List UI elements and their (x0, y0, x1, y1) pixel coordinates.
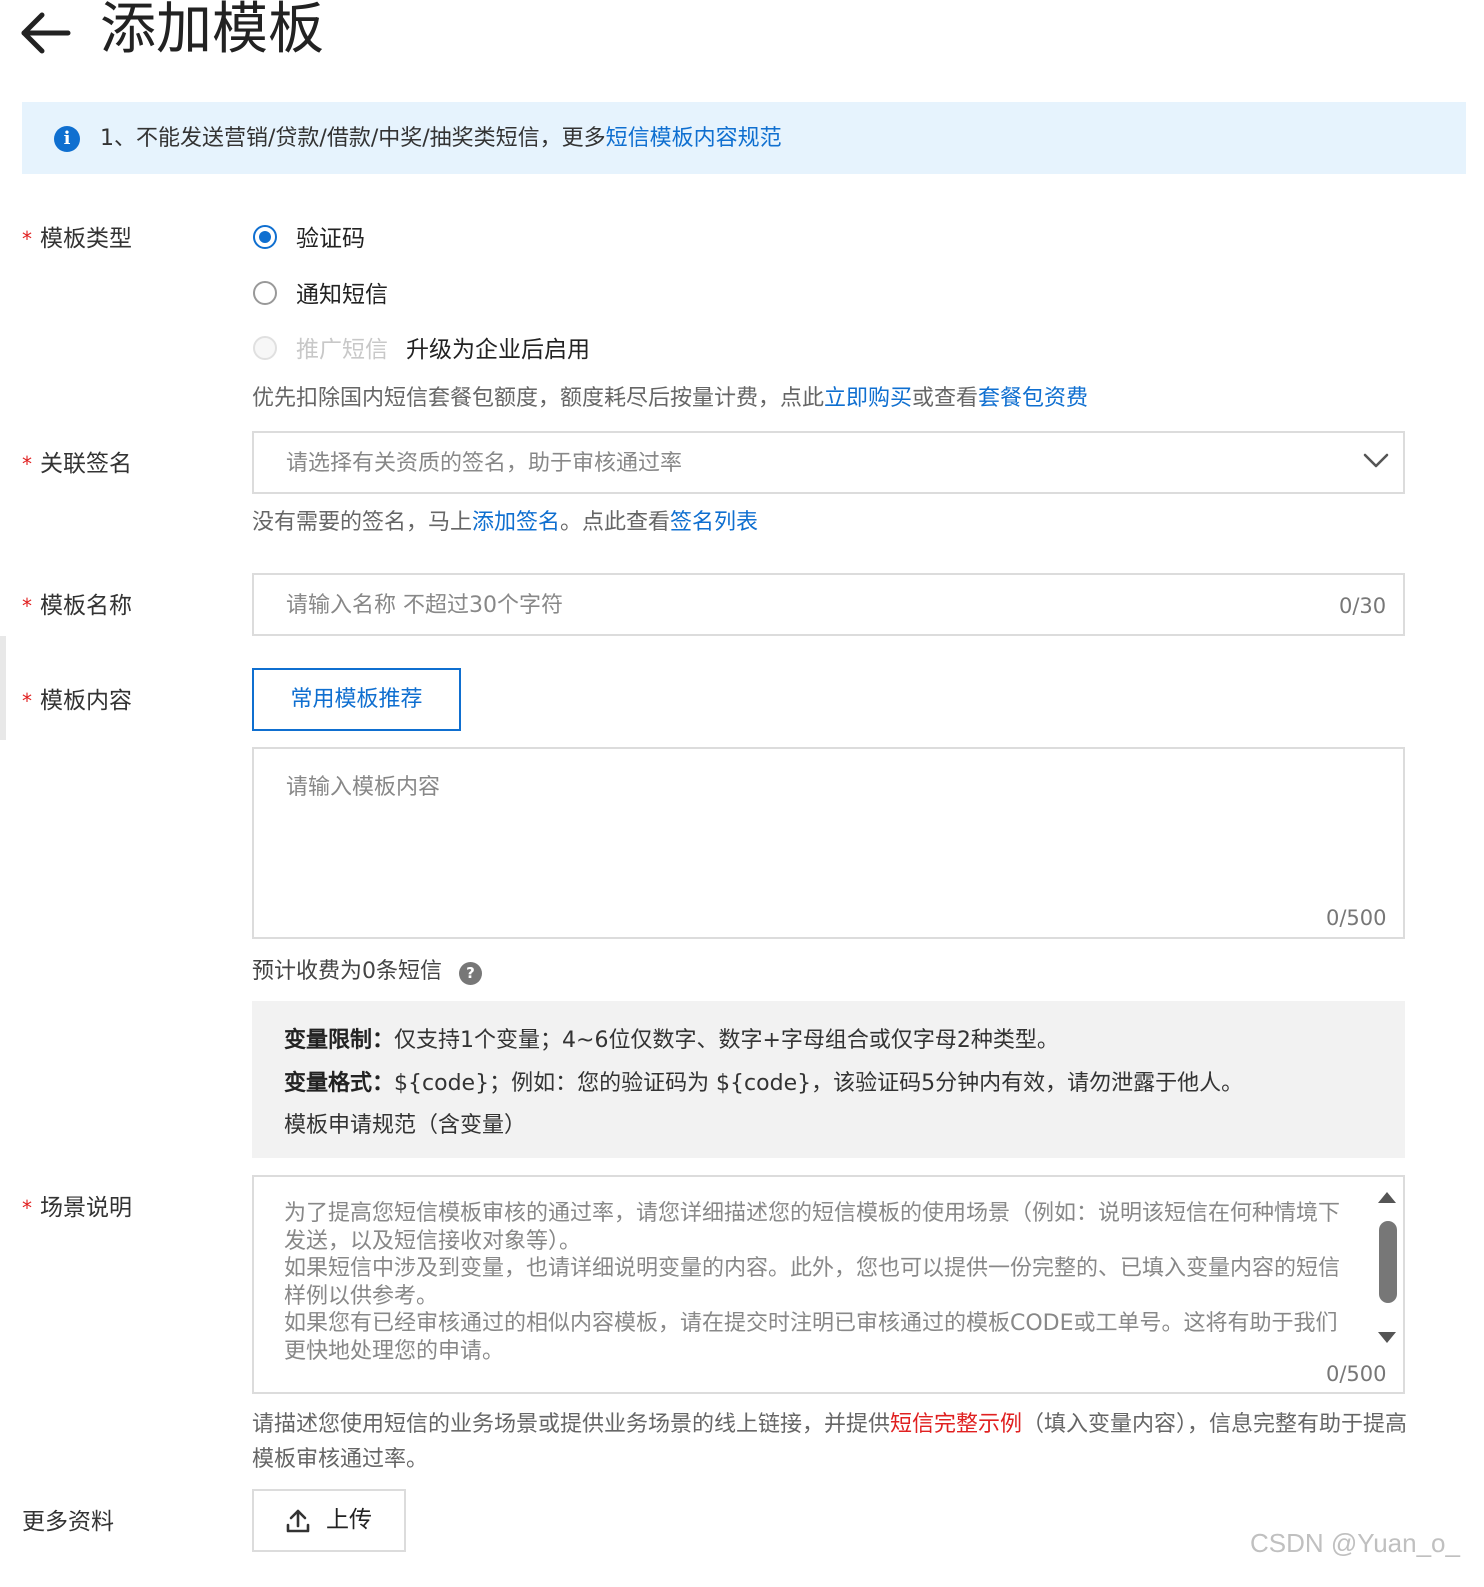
scene-help-text: 请描述您使用短信的业务场景或提供业务场景的线上链接，并提供 (252, 1412, 891, 1437)
back-arrow-icon[interactable] (20, 8, 72, 58)
signature-label-text: 关联签名 (40, 451, 132, 477)
required-mark: * (22, 1196, 32, 1220)
notice-message: 1、不能发送营销/贷款/借款/中奖/抽奖类短信，更多 (100, 126, 606, 151)
template-content-label: * 模板内容 (22, 686, 132, 716)
variable-limit-line: 变量限制：仅支持1个变量；4~6位仅数字、数字+字母组合或仅字母2种类型。 (284, 1026, 1059, 1056)
template-content-label-text: 模板内容 (40, 688, 132, 714)
signature-select-placeholder: 请选择有关资质的签名，助于审核通过率 (286, 451, 683, 476)
promotion-upgrade-note: 升级为企业后启用 (406, 337, 590, 363)
template-type-label-text: 模板类型 (40, 226, 132, 252)
variable-limit-label: 变量限制： (284, 1028, 395, 1053)
info-icon: i (54, 126, 80, 152)
scroll-up-arrow-icon[interactable] (1378, 1192, 1396, 1203)
upload-icon (285, 1508, 311, 1538)
required-mark: * (22, 689, 32, 713)
variable-format-text: ${code}；例如：您的验证码为 ${code}，该验证码5分钟内有效，请勿泄… (394, 1071, 1244, 1096)
watermark: CSDN @Yuan_o_ (1250, 1528, 1460, 1558)
buy-now-link[interactable]: 立即购买 (824, 386, 912, 411)
radio-promotion-sms (253, 336, 277, 360)
signature-label: * 关联签名 (22, 449, 132, 479)
package-price-link[interactable]: 套餐包资费 (978, 386, 1088, 411)
required-mark: * (22, 452, 32, 476)
template-name-label-text: 模板名称 (40, 593, 132, 619)
signature-list-link[interactable]: 签名列表 (670, 510, 758, 535)
radio-verification-code[interactable] (253, 225, 277, 249)
template-name-label: * 模板名称 (22, 591, 132, 621)
recommend-template-button[interactable]: 常用模板推荐 (252, 668, 461, 731)
chevron-down-icon[interactable] (1362, 452, 1390, 474)
required-mark: * (22, 594, 32, 618)
template-type-help-text: 优先扣除国内短信套餐包额度，额度耗尽后按量计费，点此 (252, 386, 825, 411)
scrollbar-thumb[interactable] (1379, 1221, 1397, 1303)
upload-button[interactable]: 上传 (252, 1489, 406, 1552)
signature-help-mid: 。点此查看 (560, 510, 671, 535)
radio-notification-sms-label[interactable]: 通知短信 (296, 280, 388, 310)
add-signature-link[interactable]: 添加签名 (472, 510, 560, 535)
radio-notification-sms[interactable] (253, 281, 277, 305)
required-mark: * (22, 227, 32, 251)
template-content-placeholder: 请输入模板内容 (286, 775, 441, 800)
scene-help: 请描述您使用短信的业务场景或提供业务场景的线上链接，并提供短信完整示例（填入变量… (252, 1407, 1412, 1477)
page-title: 添加模板 (100, 0, 324, 62)
variable-format-line: 变量格式：${code}；例如：您的验证码为 ${code}，该验证码5分钟内有… (284, 1069, 1243, 1099)
template-type-help-mid: 或查看 (912, 386, 979, 411)
radio-verification-code-label[interactable]: 验证码 (296, 224, 365, 254)
template-spec-link[interactable]: 模板申请规范（含变量） (284, 1111, 526, 1141)
content-spec-link[interactable]: 短信模板内容规范 (606, 126, 782, 151)
notice-text: 1、不能发送营销/贷款/借款/中奖/抽奖类短信，更多短信模板内容规范 (100, 124, 782, 154)
scene-counter: 0/500 (1326, 1362, 1387, 1386)
upload-button-label: 上传 (326, 1507, 372, 1533)
question-icon[interactable]: ? (459, 962, 482, 985)
template-type-help: 优先扣除国内短信套餐包额度，额度耗尽后按量计费，点此立即购买或查看套餐包资费 (252, 384, 1088, 414)
signature-help: 没有需要的签名，马上添加签名。点此查看签名列表 (252, 508, 758, 538)
scene-placeholder: 为了提高您短信模板审核的通过率，请您详细描述您的短信模板的使用场景（例如：说明该… (284, 1201, 1341, 1360)
estimate-text: 预计收费为0条短信 (252, 959, 442, 984)
signature-help-text: 没有需要的签名，马上 (252, 510, 473, 535)
sms-example-link[interactable]: 短信完整示例 (890, 1412, 1022, 1437)
scroll-down-arrow-icon[interactable] (1378, 1332, 1396, 1343)
variable-limit-text: 仅支持1个变量；4~6位仅数字、数字+字母组合或仅字母2种类型。 (394, 1028, 1059, 1053)
template-name-counter: 0/30 (1339, 594, 1387, 618)
template-name-placeholder: 请输入名称 不超过30个字符 (286, 593, 563, 618)
radio-promotion-sms-label: 推广短信 (296, 337, 388, 363)
template-type-label: * 模板类型 (22, 224, 132, 254)
left-edge-handle (0, 636, 6, 740)
template-content-counter: 0/500 (1326, 906, 1387, 930)
more-info-label: 更多资料 (22, 1509, 114, 1535)
variable-format-label: 变量格式： (284, 1071, 395, 1096)
scene-label: * 场景说明 (22, 1193, 132, 1223)
scene-label-text: 场景说明 (40, 1195, 132, 1221)
